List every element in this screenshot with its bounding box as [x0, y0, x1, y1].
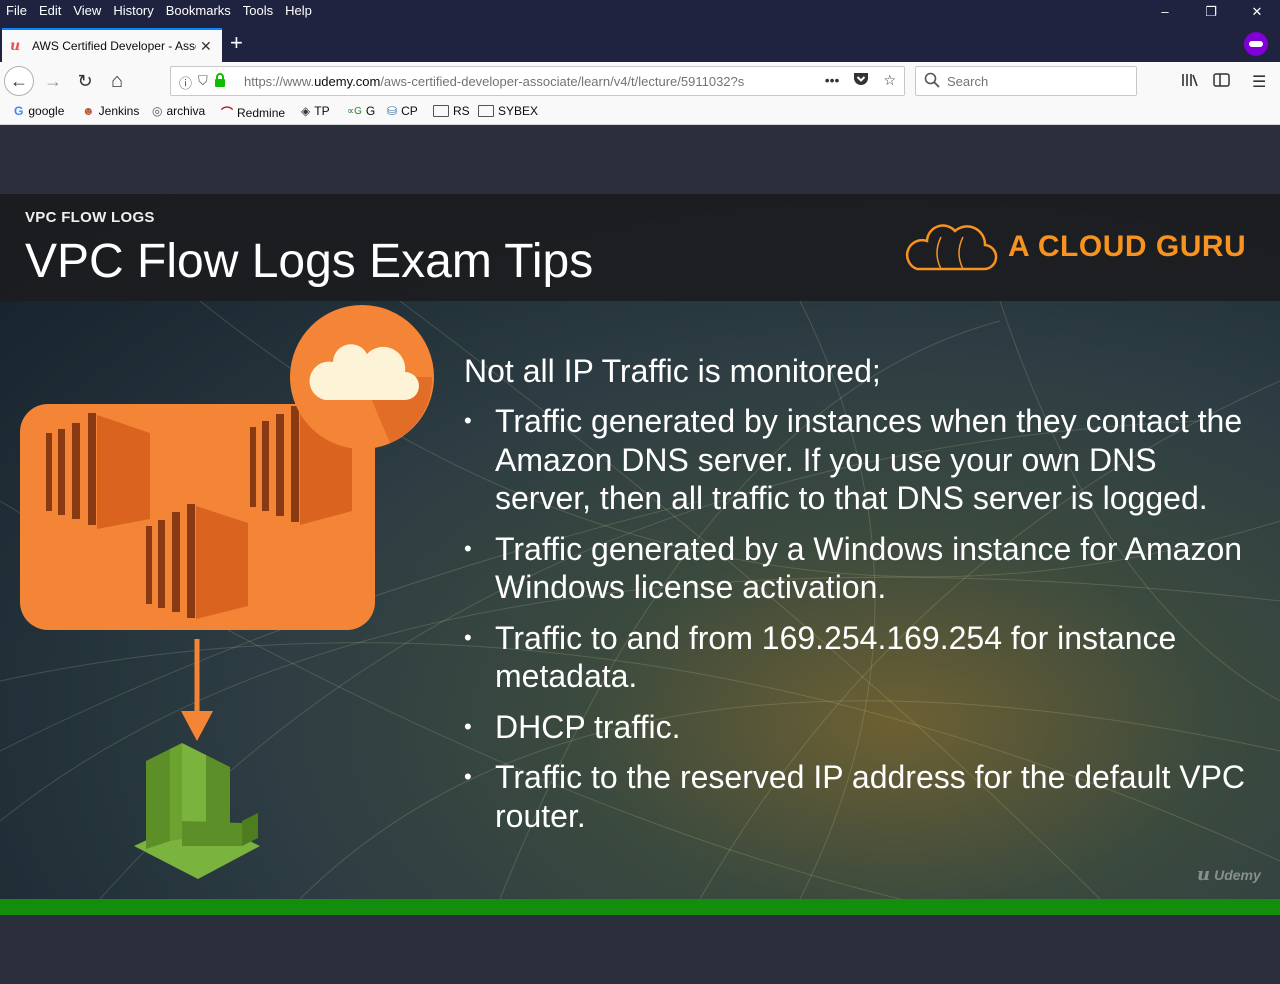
bookmark-tp[interactable]: ◈ TP: [301, 104, 330, 118]
bookmark-label: TP: [314, 104, 330, 118]
menu-view[interactable]: View: [73, 3, 101, 18]
bookmark-google[interactable]: G google: [14, 104, 64, 118]
vpc-flow-diagram: [20, 305, 434, 879]
info-icon[interactable]: ⓘ: [179, 73, 192, 92]
bookmark-jenkins[interactable]: ☻ Jenkins: [82, 104, 139, 118]
bookmark-folder-rs[interactable]: RS: [433, 104, 470, 118]
page-actions-icon[interactable]: •••: [825, 72, 840, 89]
menu-bar: File Edit View History Bookmarks Tools H…: [6, 3, 324, 18]
slide-lead: Not all IP Traffic is monitored;: [464, 353, 881, 389]
bookmark-label: CP: [401, 104, 418, 118]
slide-kicker: VPC FLOW LOGS: [25, 209, 155, 226]
slide-content: Not all IP Traffic is monitored; Traffic…: [464, 352, 1254, 847]
reload-button[interactable]: ↻: [70, 66, 100, 96]
archiva-icon: ◎: [152, 104, 163, 118]
menu-file[interactable]: File: [6, 3, 27, 18]
title-bar: File Edit View History Bookmarks Tools H…: [0, 0, 1280, 26]
cloud-guru-logo-icon: [905, 224, 998, 271]
url-domain: udemy.com: [314, 74, 381, 89]
bookmark-label: google: [28, 104, 65, 118]
lecture-slide: VPC FLOW LOGS VPC Flow Logs Exam Tips A …: [0, 194, 1280, 899]
menu-bookmarks[interactable]: Bookmarks: [166, 3, 231, 18]
menu-history[interactable]: History: [113, 3, 153, 18]
bookmark-star-icon[interactable]: ☆: [883, 72, 896, 89]
search-placeholder: Search: [947, 74, 989, 89]
bullet-item: DHCP traffic.: [464, 708, 1254, 747]
bookmark-label: SYBEX: [498, 104, 539, 118]
bookmark-label: archiva: [166, 104, 206, 118]
bullet-item: Traffic generated by instances when they…: [464, 402, 1254, 518]
bullet-item: Traffic to and from 169.254.169.254 for …: [464, 619, 1254, 696]
cloud-guru-brand-text: A CLOUD GURU: [1008, 230, 1247, 263]
url-prefix: https://www.: [244, 74, 315, 89]
watermark-text: Udemy: [1214, 867, 1261, 883]
menu-icon[interactable]: ☰: [1252, 72, 1266, 92]
folder-icon: [478, 105, 494, 117]
bookmark-label: Jenkins: [98, 104, 140, 118]
cloud-badge-icon: [290, 305, 434, 449]
tab-udemy-course[interactable]: u AWS Certified Developer - Asso ✕: [2, 28, 222, 62]
cloudwatch-logs-icon: [134, 743, 260, 879]
close-tab-icon[interactable]: ✕: [200, 38, 212, 55]
google-icon: G: [14, 104, 24, 118]
slide-header: VPC FLOW LOGS VPC Flow Logs Exam Tips A …: [0, 194, 1280, 301]
bullet-item: Traffic to the reserved IP address for t…: [464, 758, 1254, 835]
bookmark-redmine[interactable]: ⌒ Redmine: [221, 104, 285, 121]
new-tab-button[interactable]: +: [230, 30, 243, 56]
library-icon[interactable]: [1181, 72, 1199, 93]
bullet-item: Traffic generated by a Windows instance …: [464, 530, 1254, 607]
g-icon: ∝G: [347, 105, 362, 117]
udemy-watermark: u Udemy: [1197, 864, 1261, 885]
url-bar[interactable]: ⓘ ⛉ https://www.udemy.com/aws-certified-…: [170, 66, 905, 96]
back-button[interactable]: ←: [4, 66, 34, 96]
search-icon: [924, 72, 940, 92]
udemy-icon: u: [10, 38, 21, 54]
slide-title: VPC Flow Logs Exam Tips: [25, 235, 594, 288]
home-button[interactable]: ⌂: [102, 66, 132, 96]
tab-title: AWS Certified Developer - Asso: [32, 39, 196, 53]
ec2-instances-icon: [20, 404, 375, 630]
sidebar-icon[interactable]: [1213, 72, 1231, 93]
jenkins-icon: ☻: [82, 104, 95, 118]
bookmark-label: Redmine: [237, 105, 286, 120]
bookmark-label: RS: [453, 104, 470, 118]
minimize-button[interactable]: –: [1155, 4, 1175, 22]
private-browsing-icon: [1244, 32, 1268, 56]
tracking-shield-icon[interactable]: ⛉: [198, 73, 208, 92]
folder-icon: [433, 105, 449, 117]
forward-button[interactable]: →: [38, 66, 68, 96]
bookmark-g[interactable]: ∝G G: [347, 104, 375, 118]
menu-edit[interactable]: Edit: [39, 3, 61, 18]
video-player[interactable]: VPC FLOW LOGS VPC Flow Logs Exam Tips A …: [0, 125, 1280, 984]
down-arrow-icon: [181, 639, 213, 741]
bookmarks-bar: G google ☻ Jenkins ◎ archiva ⌒ Redmine ◈…: [0, 100, 1280, 125]
tab-bar: u AWS Certified Developer - Asso ✕ +: [0, 26, 1280, 62]
pocket-icon[interactable]: [853, 72, 869, 89]
tp-icon: ◈: [301, 104, 311, 118]
url-text[interactable]: https://www.udemy.com/aws-certified-deve…: [244, 74, 789, 89]
cp-icon: ⛁: [387, 104, 398, 118]
url-path: /aws-certified-developer-associate/learn…: [380, 74, 745, 89]
redmine-icon: ⌒: [221, 106, 234, 120]
bookmark-folder-sybex[interactable]: SYBEX: [478, 104, 538, 118]
bookmark-cp[interactable]: ⛁ CP: [387, 104, 418, 118]
lock-icon[interactable]: [214, 73, 226, 92]
video-progress-bar[interactable]: [0, 899, 1280, 915]
restore-button[interactable]: ❐: [1201, 4, 1221, 22]
nav-bar: ← → ↻ ⌂ ⓘ ⛉ https://www.udemy.com/aws-ce…: [0, 62, 1280, 100]
close-window-button[interactable]: ✕: [1247, 4, 1267, 22]
bookmark-archiva[interactable]: ◎ archiva: [152, 104, 205, 118]
bookmark-label: G: [365, 104, 376, 118]
menu-tools[interactable]: Tools: [243, 3, 273, 18]
search-input[interactable]: Search: [915, 66, 1137, 96]
menu-help[interactable]: Help: [285, 3, 312, 18]
